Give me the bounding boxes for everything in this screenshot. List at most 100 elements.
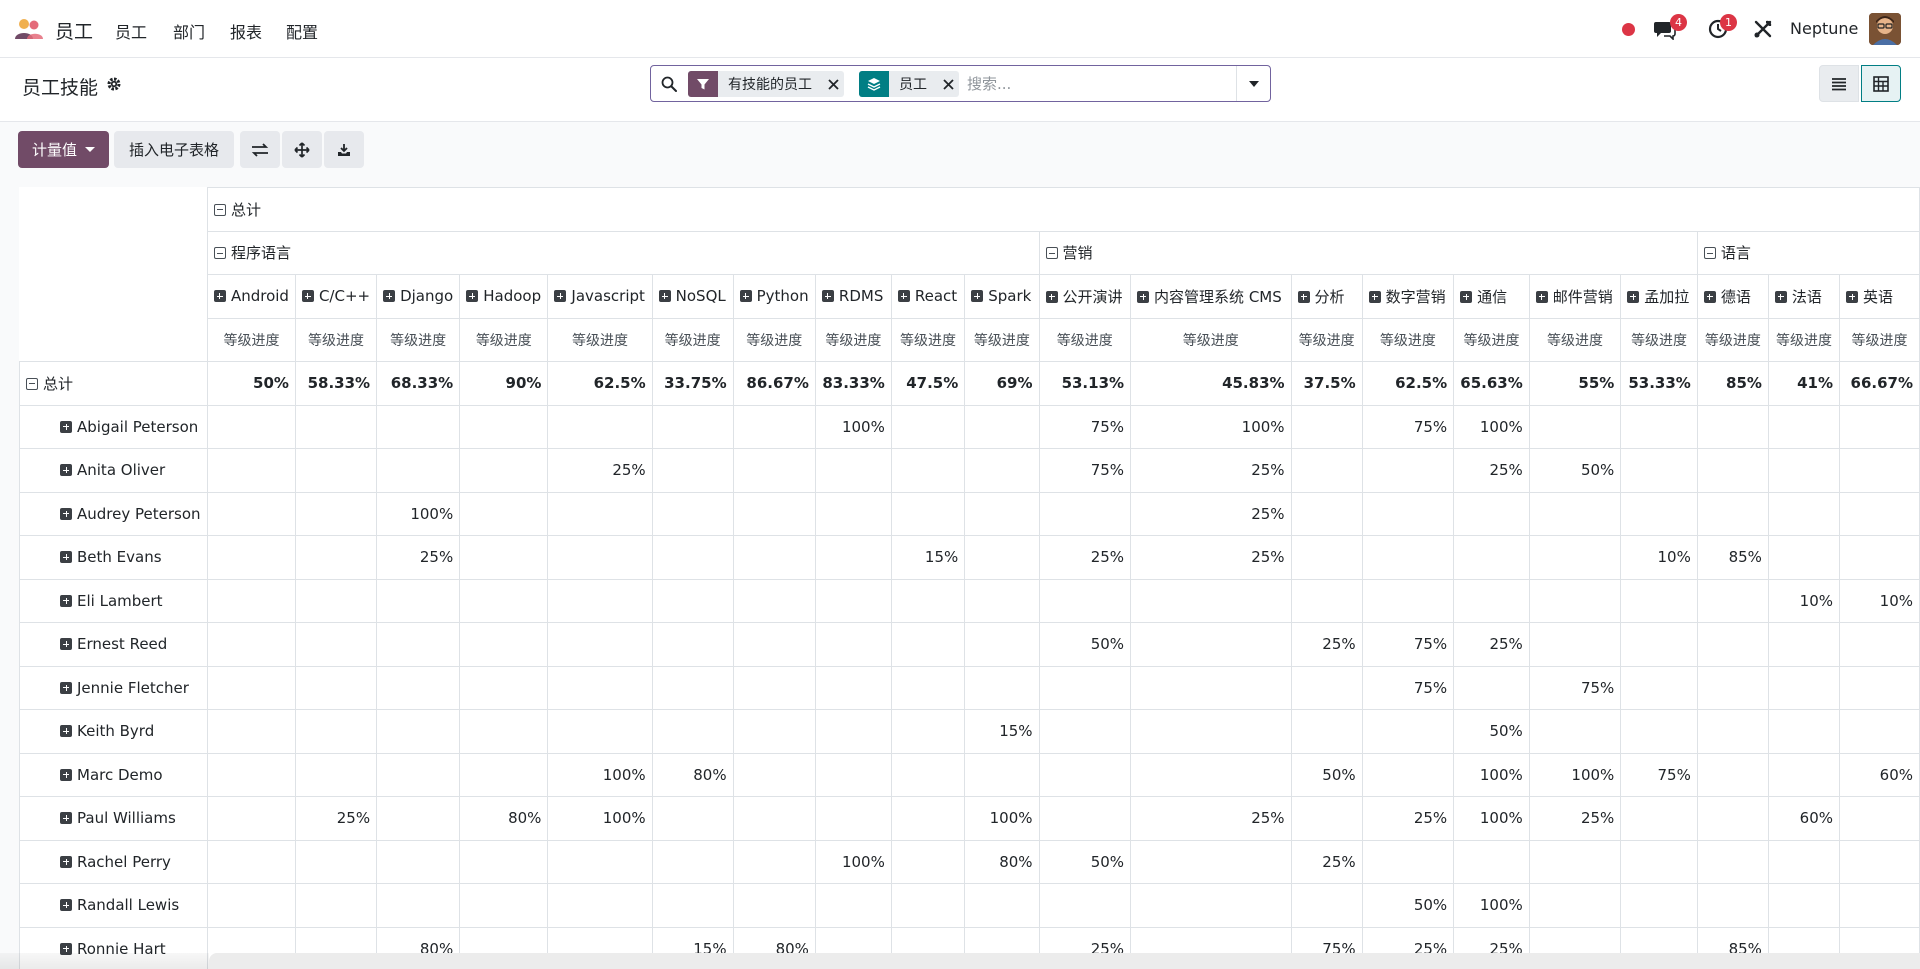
value-cell[interactable]: [1130, 622, 1292, 667]
search-icon[interactable]: [661, 76, 677, 92]
row-header-employee[interactable]: Rachel Perry: [19, 839, 208, 884]
value-cell[interactable]: [1528, 491, 1622, 536]
value-cell[interactable]: [1767, 622, 1841, 667]
total-cell[interactable]: 69%: [964, 361, 1040, 406]
menu-configuration[interactable]: 配置: [286, 19, 318, 43]
value-cell[interactable]: [1696, 578, 1769, 623]
col-header-skill[interactable]: Spark: [964, 274, 1040, 319]
value-cell[interactable]: [1767, 709, 1841, 754]
value-cell[interactable]: [206, 578, 296, 623]
value-cell[interactable]: 75%: [1620, 752, 1698, 797]
value-cell[interactable]: [376, 622, 461, 667]
list-view-button[interactable]: [1819, 65, 1859, 102]
value-cell[interactable]: [1620, 622, 1698, 667]
total-cell[interactable]: 86.67%: [732, 361, 816, 406]
value-cell[interactable]: [459, 535, 549, 580]
value-cell[interactable]: [964, 578, 1040, 623]
value-cell[interactable]: [294, 448, 378, 493]
value-cell[interactable]: 15%: [964, 709, 1040, 754]
menu-departments[interactable]: 部门: [173, 19, 205, 43]
value-cell[interactable]: 25%: [1130, 491, 1292, 536]
value-cell[interactable]: [294, 622, 378, 667]
value-cell[interactable]: [206, 883, 296, 928]
value-cell[interactable]: [206, 665, 296, 710]
value-cell[interactable]: [1696, 404, 1769, 449]
value-cell[interactable]: [890, 578, 966, 623]
value-cell[interactable]: [890, 752, 966, 797]
value-cell[interactable]: [1290, 535, 1363, 580]
value-cell[interactable]: [1839, 404, 1920, 449]
value-cell[interactable]: [1767, 839, 1841, 884]
value-cell[interactable]: [732, 491, 816, 536]
row-header-employee[interactable]: Audrey Peterson: [19, 491, 208, 536]
value-cell[interactable]: [1290, 404, 1363, 449]
value-cell[interactable]: 10%: [1767, 578, 1841, 623]
value-cell[interactable]: [651, 796, 734, 841]
value-cell[interactable]: [459, 404, 549, 449]
value-cell[interactable]: [732, 448, 816, 493]
value-cell[interactable]: [1528, 404, 1622, 449]
value-cell[interactable]: [1696, 752, 1769, 797]
value-cell[interactable]: [376, 709, 461, 754]
value-cell[interactable]: 100%: [376, 491, 461, 536]
value-cell[interactable]: [1453, 491, 1530, 536]
total-cell[interactable]: 58.33%: [294, 361, 378, 406]
total-cell[interactable]: 65.63%: [1453, 361, 1530, 406]
value-cell[interactable]: [1038, 491, 1132, 536]
value-cell[interactable]: 25%: [1130, 796, 1292, 841]
flip-axis-button[interactable]: [240, 131, 280, 168]
value-cell[interactable]: [1839, 665, 1920, 710]
value-cell[interactable]: [1130, 752, 1292, 797]
value-cell[interactable]: [376, 578, 461, 623]
value-cell[interactable]: [294, 535, 378, 580]
col-header-skill[interactable]: 内容管理系统 CMS: [1130, 274, 1292, 319]
col-header-skill[interactable]: 德语: [1696, 274, 1769, 319]
value-cell[interactable]: [376, 448, 461, 493]
value-cell[interactable]: [1453, 535, 1530, 580]
value-cell[interactable]: [732, 796, 816, 841]
value-cell[interactable]: 75%: [1361, 622, 1455, 667]
col-header-skill[interactable]: Django: [376, 274, 461, 319]
value-cell[interactable]: [1361, 491, 1455, 536]
value-cell[interactable]: [814, 883, 892, 928]
measure-header[interactable]: 等级进度: [1130, 317, 1292, 362]
value-cell[interactable]: [1839, 839, 1920, 884]
value-cell[interactable]: [651, 491, 734, 536]
value-cell[interactable]: [890, 448, 966, 493]
value-cell[interactable]: [890, 709, 966, 754]
value-cell[interactable]: [459, 883, 549, 928]
value-cell[interactable]: [1361, 578, 1455, 623]
row-header-employee[interactable]: Marc Demo: [19, 752, 208, 797]
value-cell[interactable]: [814, 491, 892, 536]
value-cell[interactable]: [1620, 839, 1698, 884]
value-cell[interactable]: [376, 665, 461, 710]
value-cell[interactable]: 50%: [1038, 622, 1132, 667]
value-cell[interactable]: [376, 839, 461, 884]
value-cell[interactable]: [294, 709, 378, 754]
col-header-skill[interactable]: 邮件营销: [1528, 274, 1622, 319]
value-cell[interactable]: 85%: [1696, 535, 1769, 580]
measure-header[interactable]: 等级进度: [1696, 317, 1769, 362]
value-cell[interactable]: [1528, 622, 1622, 667]
value-cell[interactable]: [651, 535, 734, 580]
value-cell[interactable]: [1130, 578, 1292, 623]
value-cell[interactable]: 100%: [1453, 883, 1530, 928]
value-cell[interactable]: [1038, 709, 1132, 754]
value-cell[interactable]: [651, 622, 734, 667]
value-cell[interactable]: 60%: [1839, 752, 1920, 797]
total-cell[interactable]: 62.5%: [1361, 361, 1455, 406]
value-cell[interactable]: [1767, 404, 1841, 449]
value-cell[interactable]: [1130, 883, 1292, 928]
total-cell[interactable]: 53.33%: [1620, 361, 1698, 406]
value-cell[interactable]: [890, 839, 966, 884]
col-header-skill[interactable]: C/C++: [294, 274, 378, 319]
measure-header[interactable]: 等级进度: [814, 317, 892, 362]
col-header-skill[interactable]: 通信: [1453, 274, 1530, 319]
value-cell[interactable]: [1839, 622, 1920, 667]
employees-app-icon[interactable]: [14, 17, 44, 41]
remove-facet-button[interactable]: [937, 71, 959, 97]
measure-header[interactable]: 等级进度: [732, 317, 816, 362]
value-cell[interactable]: [1453, 839, 1530, 884]
value-cell[interactable]: [732, 578, 816, 623]
value-cell[interactable]: [1839, 796, 1920, 841]
